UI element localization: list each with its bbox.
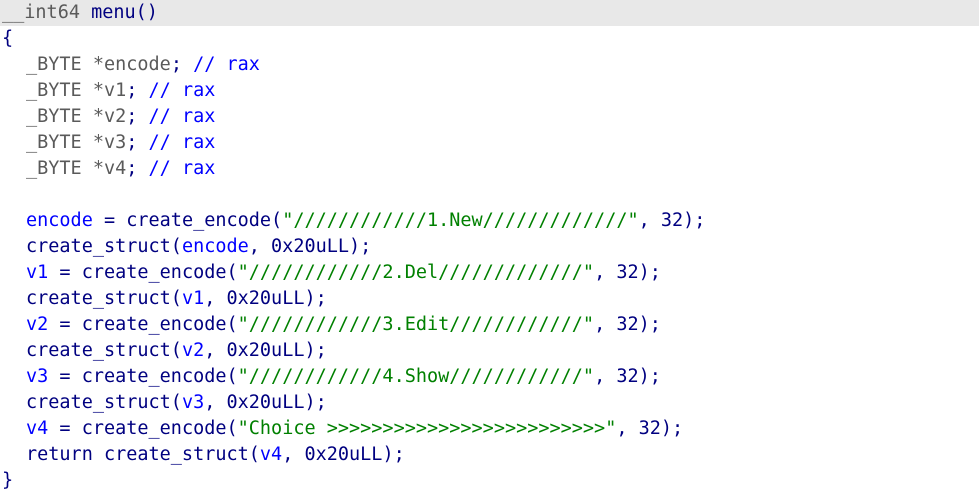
blank-line[interactable] — [0, 182, 979, 208]
decl-var[interactable]: v4 — [104, 158, 126, 179]
decl-line[interactable]: _BYTE *v1; // rax — [0, 78, 979, 104]
number-literal: 0x20uLL — [226, 392, 305, 413]
arg-var[interactable]: v4 — [260, 444, 282, 465]
comment-register: rax — [181, 158, 216, 179]
decl-star: * — [92, 106, 104, 127]
decl-var[interactable]: v2 — [104, 106, 126, 127]
assign-var[interactable]: v2 — [26, 314, 48, 335]
comment-marker: // — [148, 158, 171, 179]
string-literal[interactable]: "////////////4.Show////////////" — [238, 366, 594, 387]
number-literal: 32 — [638, 418, 661, 439]
number-literal: 0x20uLL — [304, 444, 383, 465]
comment-register: rax — [181, 106, 216, 127]
decl-type: _BYTE — [26, 54, 82, 75]
assign-var[interactable]: v4 — [26, 418, 48, 439]
decl-semicolon: ; — [126, 158, 138, 179]
number-literal: 0x20uLL — [226, 288, 305, 309]
pseudocode-view[interactable]: __int64 menu() { _BYTE *encode; // rax _… — [0, 0, 979, 494]
number-literal: 32 — [616, 366, 639, 387]
statement-line[interactable]: v3 = create_encode("////////////4.Show//… — [0, 364, 979, 390]
number-literal: 32 — [660, 210, 684, 231]
assign-var[interactable]: v3 — [26, 366, 48, 387]
open-brace: { — [2, 28, 14, 49]
assign-var[interactable]: encode — [26, 210, 93, 231]
statement-line[interactable]: create_struct(v2, 0x20uLL); — [0, 338, 979, 364]
called-function[interactable]: create_struct — [104, 444, 249, 465]
decl-semicolon: ; — [126, 80, 138, 101]
statement-line[interactable]: create_struct(v3, 0x20uLL); — [0, 390, 979, 416]
statement-line[interactable]: encode = create_encode("////////////1.Ne… — [0, 208, 979, 234]
statement-line[interactable]: create_struct(encode, 0x20uLL); — [0, 234, 979, 260]
statement-line[interactable]: v4 = create_encode("Choice >>>>>>>>>>>>>… — [0, 416, 979, 442]
comment-marker: // — [193, 54, 216, 75]
decl-star: * — [92, 132, 104, 153]
decl-line[interactable]: _BYTE *v3; // rax — [0, 130, 979, 156]
string-literal[interactable]: "////////////2.Del/////////////" — [238, 262, 594, 283]
decl-line[interactable]: _BYTE *v4; // rax — [0, 156, 979, 182]
decl-type: _BYTE — [26, 132, 82, 153]
number-literal: 32 — [616, 314, 639, 335]
comment-register: rax — [226, 54, 260, 75]
return-line[interactable]: return create_struct(v4, 0x20uLL); — [0, 442, 979, 468]
string-literal[interactable]: "////////////3.Edit////////////" — [238, 314, 594, 335]
comment-marker: // — [148, 106, 171, 127]
close-brace: } — [2, 470, 14, 491]
string-literal[interactable]: "////////////1.New/////////////" — [282, 210, 638, 231]
decl-semicolon: ; — [126, 106, 138, 127]
called-function[interactable]: create_struct — [26, 340, 171, 361]
arg-var[interactable]: encode — [182, 236, 249, 257]
assign-var[interactable]: v1 — [26, 262, 48, 283]
arg-var[interactable]: v1 — [182, 288, 204, 309]
return-keyword: return — [26, 444, 93, 465]
called-function[interactable]: create_encode — [82, 262, 227, 283]
number-literal: 0x20uLL — [226, 340, 305, 361]
called-function[interactable]: create_struct — [26, 288, 171, 309]
decl-type: _BYTE — [26, 158, 82, 179]
comment-marker: // — [148, 132, 171, 153]
decl-var[interactable]: v3 — [104, 132, 126, 153]
comment-register: rax — [181, 132, 216, 153]
statement-line[interactable]: v1 = create_encode("////////////2.Del///… — [0, 260, 979, 286]
decl-line[interactable]: _BYTE *v2; // rax — [0, 104, 979, 130]
statement-line[interactable]: v2 = create_encode("////////////3.Edit//… — [0, 312, 979, 338]
decl-var[interactable]: encode — [104, 54, 171, 75]
called-function[interactable]: create_struct — [26, 392, 171, 413]
called-function[interactable]: create_encode — [82, 314, 227, 335]
function-name[interactable]: menu — [91, 2, 136, 23]
called-function[interactable]: create_encode — [82, 418, 227, 439]
called-function[interactable]: create_encode — [82, 366, 227, 387]
called-function[interactable]: create_encode — [126, 210, 271, 231]
decl-type: _BYTE — [26, 106, 82, 127]
decl-semicolon: ; — [170, 54, 182, 75]
function-parens: () — [135, 2, 158, 23]
called-function[interactable]: create_struct — [26, 236, 171, 257]
number-literal: 32 — [616, 262, 639, 283]
decl-star: * — [92, 54, 104, 75]
decl-type: _BYTE — [26, 80, 82, 101]
arg-var[interactable]: v2 — [182, 340, 204, 361]
decl-var[interactable]: v1 — [104, 80, 126, 101]
number-literal: 0x20uLL — [271, 236, 350, 257]
open-brace-line[interactable]: { — [0, 26, 979, 52]
comment-register: rax — [181, 80, 216, 101]
decl-semicolon: ; — [126, 132, 138, 153]
close-brace-line[interactable]: } — [0, 468, 979, 494]
return-type[interactable]: __int64 — [2, 2, 80, 23]
string-literal[interactable]: "Choice >>>>>>>>>>>>>>>>>>>>>>>>>" — [238, 418, 617, 439]
function-signature-line[interactable]: __int64 menu() — [0, 0, 979, 26]
decl-star: * — [92, 158, 104, 179]
comment-marker: // — [148, 80, 171, 101]
arg-var[interactable]: v3 — [182, 392, 204, 413]
decl-line[interactable]: _BYTE *encode; // rax — [0, 52, 979, 78]
statement-line[interactable]: create_struct(v1, 0x20uLL); — [0, 286, 979, 312]
decl-star: * — [92, 80, 104, 101]
